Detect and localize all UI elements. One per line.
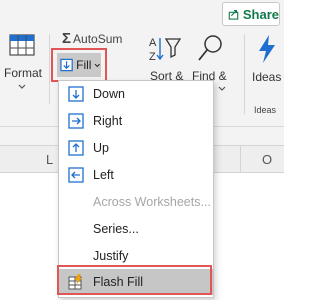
ideas-button[interactable]: Ideas Ideas xyxy=(250,34,284,124)
fill-left-icon xyxy=(68,167,84,183)
menu-item-series[interactable]: Series... xyxy=(59,216,213,242)
share-label: Share xyxy=(242,6,279,22)
ideas-label: Ideas xyxy=(252,70,282,84)
sigma-icon: Σ xyxy=(62,30,72,47)
sort-filter-icon: A Z xyxy=(149,37,182,63)
fill-label: Fill xyxy=(76,58,92,72)
chevron-down-icon xyxy=(18,84,26,89)
menu-item-label: Right xyxy=(93,114,123,128)
menu-item-right[interactable]: Right xyxy=(59,108,213,134)
column-divider xyxy=(240,146,241,174)
lightning-icon xyxy=(259,35,275,63)
menu-item-label: Justify xyxy=(93,249,129,263)
autosum-button[interactable]: Σ AutoSum xyxy=(62,30,122,47)
format-cells-icon xyxy=(9,34,35,56)
fill-up-icon xyxy=(68,140,84,156)
fill-button[interactable]: Fill xyxy=(57,53,101,77)
fill-right-icon xyxy=(68,113,84,129)
column-header-o[interactable]: O xyxy=(262,152,272,167)
fill-down-icon xyxy=(60,58,73,72)
format-button[interactable]: Format xyxy=(0,30,44,110)
menu-item-left[interactable]: Left xyxy=(59,162,213,188)
flash-fill-highlight-box xyxy=(57,265,212,295)
menu-item-down[interactable]: Down xyxy=(59,81,213,107)
column-header-l[interactable]: L xyxy=(46,152,53,167)
share-button[interactable]: Share xyxy=(222,2,280,26)
search-icon xyxy=(198,35,222,61)
svg-text:Z: Z xyxy=(149,51,156,63)
chevron-down-icon xyxy=(94,63,101,67)
menu-item-label: Series... xyxy=(93,222,139,236)
group-divider xyxy=(244,34,245,114)
menu-item-across-worksheets: Across Worksheets... xyxy=(59,189,213,215)
fill-down-icon xyxy=(68,86,84,102)
menu-item-label: Down xyxy=(93,87,125,101)
chevron-down-icon xyxy=(218,86,226,91)
format-label: Format xyxy=(4,66,43,80)
svg-text:A: A xyxy=(149,37,157,49)
group-divider xyxy=(49,34,50,104)
share-icon xyxy=(228,10,239,20)
menu-item-label: Up xyxy=(93,141,109,155)
menu-item-label: Across Worksheets... xyxy=(93,195,211,209)
autosum-label: AutoSum xyxy=(73,31,123,46)
menu-item-up[interactable]: Up xyxy=(59,135,213,161)
menu-item-label: Left xyxy=(93,168,114,182)
ideas-group-label: Ideas xyxy=(254,105,277,115)
